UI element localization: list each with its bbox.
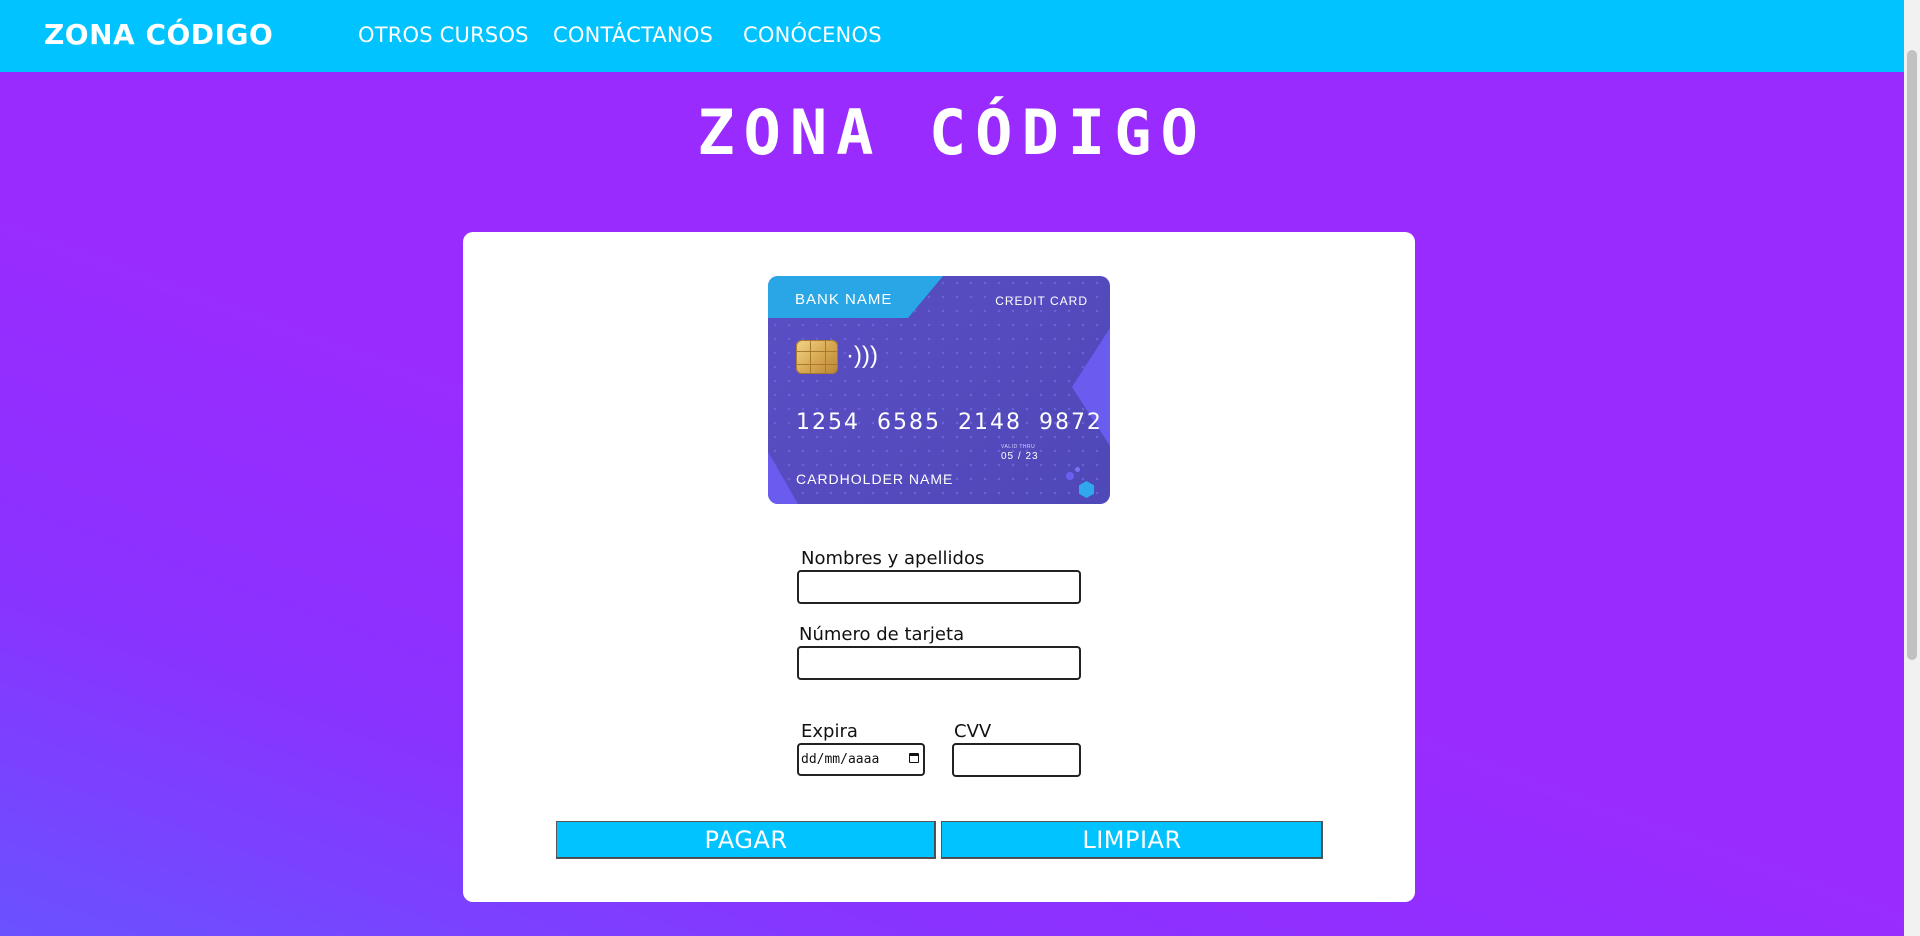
card-decoration — [1066, 472, 1074, 480]
expiry-label: Expira — [801, 721, 858, 742]
payment-panel: BANK NAME CREDIT CARD ·))) 1254 6585 214… — [463, 232, 1415, 902]
card-number-input[interactable] — [797, 646, 1081, 680]
card-number: 1254 6585 2148 9872 — [796, 410, 1103, 435]
card-number-label: Número de tarjeta — [799, 624, 965, 645]
brand-logo[interactable]: ZONA CÓDIGO — [44, 18, 273, 51]
nav-link-conocenos[interactable]: CONÓCENOS — [743, 23, 882, 47]
calendar-icon[interactable] — [909, 753, 919, 763]
hexagon-icon — [1079, 481, 1094, 498]
credit-card-image: BANK NAME CREDIT CARD ·))) 1254 6585 214… — [768, 276, 1110, 504]
name-input[interactable] — [797, 570, 1081, 604]
top-navbar: ZONA CÓDIGO OTROS CURSOS CONTÁCTANOS CON… — [0, 0, 1904, 72]
card-valid-thru-label: VALID THRU — [1001, 444, 1036, 450]
card-expiry: 05 / 23 — [1001, 451, 1039, 462]
card-chip-icon — [796, 340, 838, 374]
contactless-icon: ·))) — [846, 342, 878, 369]
nav-link-otros-cursos[interactable]: OTROS CURSOS — [358, 23, 529, 47]
nav-link-contactanos[interactable]: CONTÁCTANOS — [553, 23, 713, 47]
expiry-date-input[interactable]: dd/mm/aaaa — [797, 743, 925, 776]
expiry-placeholder: dd/mm/aaaa — [801, 752, 880, 767]
cvv-input[interactable] — [952, 743, 1081, 777]
name-label: Nombres y apellidos — [801, 548, 985, 569]
pay-button[interactable]: PAGAR — [556, 821, 936, 859]
card-decoration — [1075, 467, 1080, 472]
card-bank-name: BANK NAME — [795, 291, 893, 308]
card-decoration — [768, 452, 798, 504]
page-title: ZONA CÓDIGO — [697, 96, 1207, 169]
card-holder-name: CARDHOLDER NAME — [796, 471, 954, 487]
scrollbar-thumb[interactable] — [1907, 50, 1917, 660]
cvv-label: CVV — [954, 721, 992, 742]
card-type: CREDIT CARD — [995, 294, 1088, 308]
clear-button[interactable]: LIMPIAR — [941, 821, 1323, 859]
page-scrollbar[interactable] — [1904, 0, 1920, 936]
